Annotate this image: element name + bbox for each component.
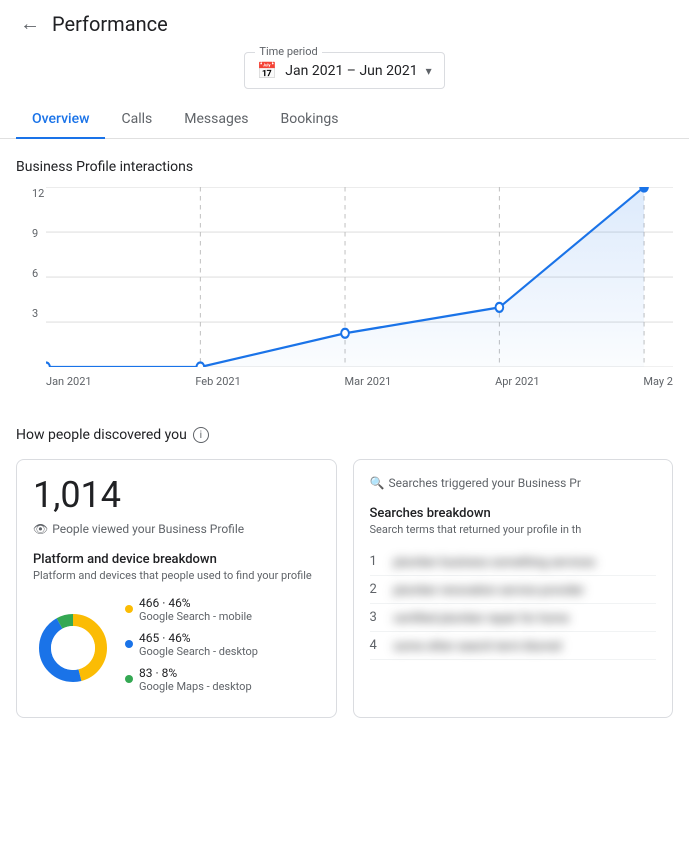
search-list: 1 plumber business something services 2 … (370, 548, 657, 660)
chart-container: 3 6 9 12 (0, 187, 689, 407)
info-icon[interactable]: i (193, 427, 209, 443)
header: ← Performance (0, 0, 689, 44)
legend-pct-2: 465 · 46% (139, 631, 258, 645)
search-term-2: plumber renovation service provider (394, 583, 585, 597)
x-axis-labels: Jan 2021 Feb 2021 Mar 2021 Apr 2021 May … (46, 371, 673, 388)
legend-label-2: Google Search - desktop (139, 645, 258, 658)
tab-overview[interactable]: Overview (16, 101, 105, 139)
x-label-may: May 2 (643, 375, 673, 388)
search-rank-2: 2 (370, 582, 384, 597)
time-period-row: Time period 📅 Jan 2021 – Jun 2021 ▾ (0, 44, 689, 101)
discovery-title-text: How people discovered you (16, 427, 187, 443)
legend-pct-1: 466 · 46% (139, 596, 252, 610)
page-title: Performance (52, 12, 168, 36)
search-term-3: certified plumber repair for home (394, 611, 570, 625)
donut-legend-row: 466 · 46% Google Search - mobile 465 · 4… (33, 596, 320, 701)
discovery-section: How people discovered you i 1,014 👁 Peop… (0, 407, 689, 718)
x-label-apr: Apr 2021 (495, 375, 540, 388)
x-label-jan: Jan 2021 (46, 375, 92, 388)
calendar-icon: 📅 (257, 61, 277, 80)
platform-breakdown-title: Platform and device breakdown (33, 552, 320, 567)
legend-label-1: Google Search - mobile (139, 610, 252, 623)
tab-messages[interactable]: Messages (168, 101, 264, 139)
searches-card: 🔍 Searches triggered your Business Pr Se… (353, 459, 674, 718)
line-chart (46, 187, 673, 367)
legend-dot-yellow (125, 605, 133, 613)
y-axis-labels: 3 6 9 12 (32, 187, 44, 347)
search-icon: 🔍 (370, 476, 385, 490)
search-item-4: 4 some other search term blurred (370, 632, 657, 660)
legend-pct-3: 83 · 8% (139, 666, 252, 680)
chart-section: Business Profile interactions (0, 139, 689, 175)
legend-dot-green (125, 675, 133, 683)
time-period-value: Jan 2021 – Jun 2021 (285, 63, 417, 79)
views-card: 1,014 👁 People viewed your Business Prof… (16, 459, 337, 718)
y-label-3: 3 (32, 307, 44, 320)
back-button[interactable]: ← (16, 10, 44, 38)
chevron-down-icon: ▾ (426, 64, 432, 78)
x-label-mar: Mar 2021 (345, 375, 392, 388)
legend-item-3: 83 · 8% Google Maps - desktop (125, 666, 320, 693)
y-label-12: 12 (32, 187, 44, 200)
donut-chart (33, 608, 113, 688)
legend-items: 466 · 46% Google Search - mobile 465 · 4… (125, 596, 320, 701)
legend-dot-blue (125, 640, 133, 648)
platform-breakdown-subtitle: Platform and devices that people used to… (33, 569, 320, 582)
tab-bookings[interactable]: Bookings (264, 101, 354, 139)
search-rank-4: 4 (370, 638, 384, 653)
search-rank-3: 3 (370, 610, 384, 625)
eye-icon: 👁 (33, 522, 48, 536)
cards-row: 1,014 👁 People viewed your Business Prof… (16, 459, 673, 718)
x-label-feb: Feb 2021 (195, 375, 240, 388)
legend-label-3: Google Maps - desktop (139, 680, 252, 693)
legend-item-2: 465 · 46% Google Search - desktop (125, 631, 320, 658)
views-count: 1,014 (33, 476, 320, 516)
searches-subtitle: 🔍 Searches triggered your Business Pr (370, 476, 657, 490)
search-rank-1: 1 (370, 554, 384, 569)
time-period-selector[interactable]: Time period 📅 Jan 2021 – Jun 2021 ▾ (244, 52, 444, 89)
tabs-bar: Overview Calls Messages Bookings (0, 101, 689, 139)
search-term-1: plumber business something services (394, 555, 596, 569)
legend-item-1: 466 · 46% Google Search - mobile (125, 596, 320, 623)
search-item-2: 2 plumber renovation service provider (370, 576, 657, 604)
search-item-1: 1 plumber business something services (370, 548, 657, 576)
time-period-label: Time period (255, 45, 321, 58)
y-label-6: 6 (32, 267, 44, 280)
tab-calls[interactable]: Calls (105, 101, 168, 139)
search-term-4: some other search term blurred (394, 639, 562, 653)
searches-breakdown-title: Searches breakdown (370, 506, 657, 521)
search-item-3: 3 certified plumber repair for home (370, 604, 657, 632)
chart-title: Business Profile interactions (16, 159, 673, 175)
y-label-9: 9 (32, 227, 44, 240)
discovery-title: How people discovered you i (16, 427, 673, 443)
searches-breakdown-sub: Search terms that returned your profile … (370, 523, 657, 536)
views-subtitle: 👁 People viewed your Business Profile (33, 522, 320, 536)
